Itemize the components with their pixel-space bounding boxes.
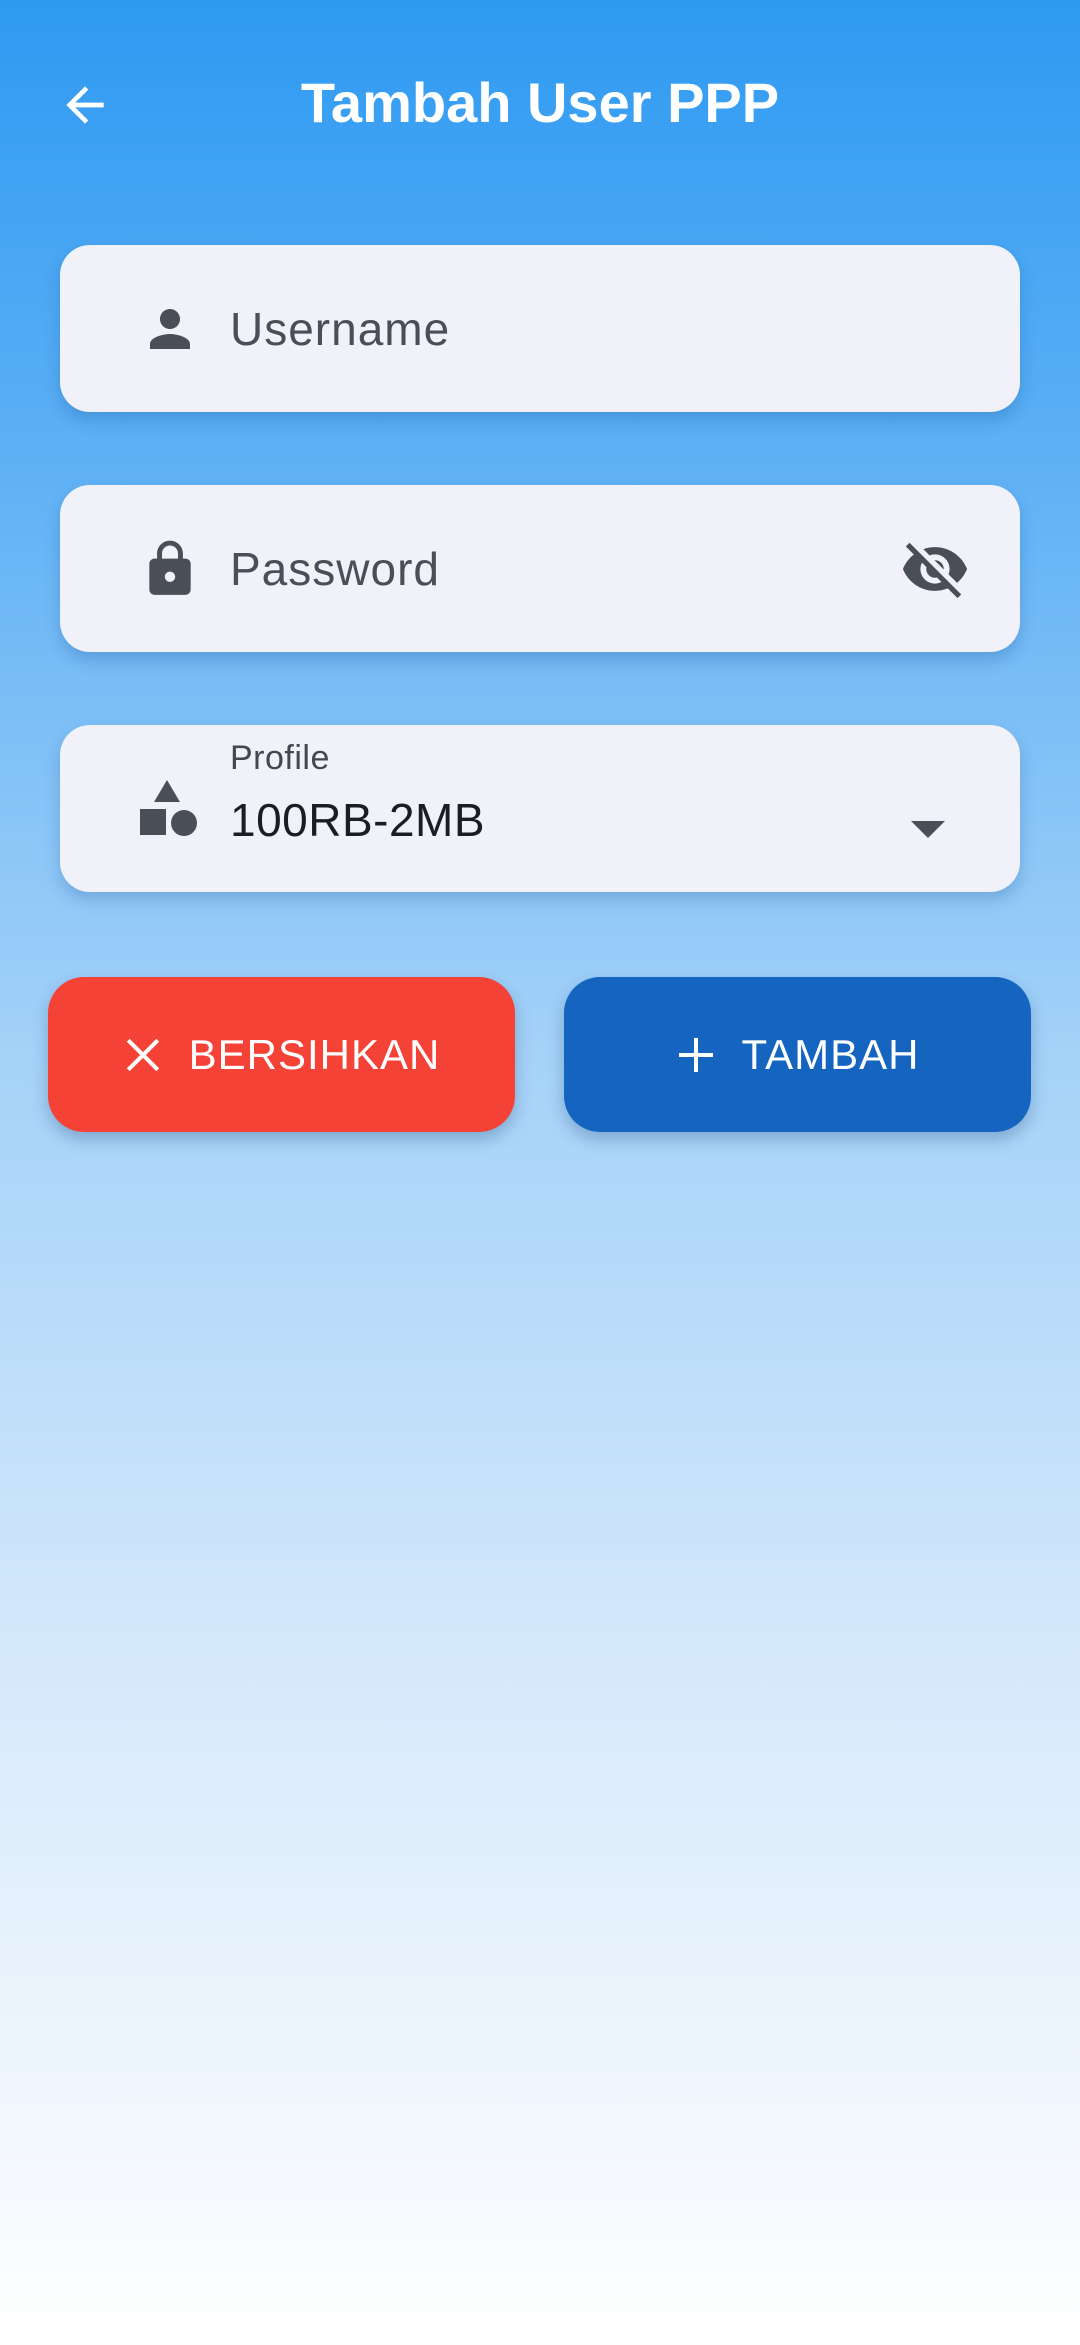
page-title: Tambah User PPP xyxy=(300,71,780,134)
add-button[interactable]: TAMBAH xyxy=(564,977,1031,1132)
username-field[interactable] xyxy=(60,245,1020,412)
clear-button[interactable]: BERSIHKAN xyxy=(48,977,515,1132)
plus-icon xyxy=(676,1035,716,1075)
username-input[interactable] xyxy=(230,245,930,412)
password-input[interactable] xyxy=(230,485,930,652)
dropdown-arrow-icon[interactable] xyxy=(911,821,945,838)
shapes-icon xyxy=(140,778,200,840)
close-icon xyxy=(123,1035,163,1075)
profile-selected-value: 100RB-2MB xyxy=(230,794,486,846)
profile-label: Profile xyxy=(230,739,330,777)
person-icon xyxy=(140,299,200,359)
profile-dropdown[interactable]: Profile 100RB-2MB xyxy=(60,725,1020,892)
add-button-label: TAMBAH xyxy=(741,1030,920,1078)
eye-off-icon[interactable] xyxy=(895,529,975,609)
lock-icon xyxy=(139,535,201,603)
password-field[interactable] xyxy=(60,485,1020,652)
app-bar: Tambah User PPP xyxy=(0,0,1080,205)
clear-button-label: BERSIHKAN xyxy=(188,1030,441,1078)
